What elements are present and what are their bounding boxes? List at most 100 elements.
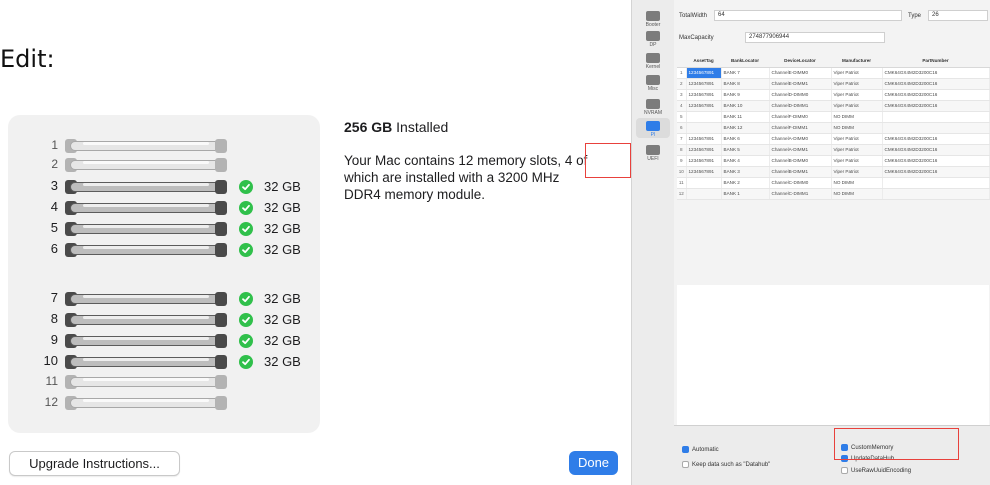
table-cell[interactable]: NO DIMM — [831, 177, 883, 189]
table-row[interactable]: 5 BANK 11 ChannelF-DIMM0 NO DIMM — [677, 111, 990, 123]
table-cell[interactable]: BANK 10 — [721, 100, 770, 112]
table-cell[interactable]: 1234567891 — [686, 133, 722, 145]
table-cell[interactable]: 1234567891 — [686, 67, 722, 79]
sidebar-item-label: NVRAM — [643, 110, 663, 116]
table-cell[interactable]: 1234567891 — [686, 100, 722, 112]
table-cell[interactable]: CMK64GX4M2D3200C16 — [882, 78, 990, 90]
table-cell[interactable] — [686, 188, 722, 200]
table-row[interactable]: 12 BANK 1 ChannelC-DIMM1 NO DIMM — [677, 188, 990, 200]
sidebar-item-pi[interactable]: PI — [636, 118, 670, 138]
column-header[interactable]: DeviceLocator — [769, 54, 831, 68]
table-cell[interactable]: CMK64GX4M2D3200C16 — [882, 100, 990, 112]
table-cell[interactable]: Viper Patriot — [831, 144, 883, 156]
table-cell[interactable] — [686, 111, 722, 123]
table-cell[interactable]: Viper Patriot — [831, 89, 883, 101]
table-cell[interactable]: ChannelB-DIMM1 — [769, 166, 832, 178]
table-cell[interactable]: NO DIMM — [831, 111, 883, 123]
table-cell[interactable]: 1234567891 — [686, 89, 722, 101]
checkbox-userawuuidencoding[interactable]: UseRawUuidEncoding — [841, 467, 911, 474]
sidebar-item-dp[interactable]: DP — [636, 28, 670, 48]
table-cell[interactable]: ChannelC-DIMM1 — [769, 188, 832, 200]
table-cell[interactable]: BANK 9 — [721, 89, 770, 101]
table-cell[interactable]: 1234567891 — [686, 144, 722, 156]
table-cell[interactable]: Viper Patriot — [831, 100, 883, 112]
table-row[interactable]: 11 BANK 2 ChannelC-DIMM0 NO DIMM — [677, 177, 990, 189]
table-row[interactable]: 2 1234567891 BANK 8 ChannelE-DIMM1 Viper Pat… — [677, 78, 990, 90]
column-header[interactable]: PartNumber — [882, 54, 989, 68]
table-cell[interactable]: ChannelE-DIMM0 — [769, 67, 832, 79]
table-cell[interactable]: ChannelF-DIMM1 — [769, 122, 832, 134]
table-cell[interactable]: CMK64GX4M2D3200C16 — [882, 67, 990, 79]
table-cell[interactable]: ChannelD-DIMM1 — [769, 100, 832, 112]
table-row[interactable]: 9 1234567891 BANK 4 ChannelB-DIMM0 Viper Pat… — [677, 155, 990, 167]
table-cell[interactable]: Viper Patriot — [831, 155, 883, 167]
table-cell[interactable]: 1234567891 — [686, 78, 722, 90]
table-cell[interactable] — [882, 177, 990, 189]
checkbox-keep-data-such-as-datahub[interactable]: Keep data such as "Datahub" — [682, 461, 770, 468]
type-field[interactable]: 26 — [928, 10, 988, 21]
sidebar-item-nvram[interactable]: NVRAM — [636, 96, 670, 116]
table-cell[interactable] — [686, 122, 722, 134]
table-cell[interactable]: Viper Patriot — [831, 67, 883, 79]
max-capacity-field[interactable]: 274877906944 — [745, 32, 885, 43]
table-cell[interactable]: Viper Patriot — [831, 78, 883, 90]
table-row[interactable]: 3 1234567891 BANK 9 ChannelD-DIMM0 Viper Pat… — [677, 89, 990, 101]
table-cell[interactable]: CMK64GX4M2D3200C16 — [882, 155, 990, 167]
column-header[interactable] — [677, 54, 686, 68]
table-cell[interactable]: BANK 8 — [721, 78, 770, 90]
table-cell[interactable]: ChannelE-DIMM1 — [769, 78, 832, 90]
installed-amount: 256 GB — [344, 119, 393, 135]
table-cell[interactable]: 1234567891 — [686, 155, 722, 167]
table-cell[interactable]: ChannelF-DIMM0 — [769, 111, 832, 123]
column-header[interactable]: BankLocator — [721, 54, 769, 68]
table-cell[interactable]: BANK 1 — [721, 188, 770, 200]
sidebar-item-uefi[interactable]: UEFI — [636, 142, 670, 162]
table-cell[interactable] — [882, 111, 990, 123]
table-cell[interactable]: BANK 11 — [721, 111, 770, 123]
table-cell[interactable]: BANK 4 — [721, 155, 770, 167]
table-cell[interactable]: ChannelA-DIMM0 — [769, 133, 832, 145]
table-row[interactable]: 10 1234567891 BANK 3 ChannelB-DIMM1 Viper Pa… — [677, 166, 990, 178]
table-row[interactable]: 4 1234567891 BANK 10 ChannelD-DIMM1 Viper Pa… — [677, 100, 990, 112]
sidebar-item-misc[interactable]: Misc — [636, 72, 670, 92]
table-cell[interactable] — [686, 177, 722, 189]
table-row[interactable]: 1 1234567891 BANK 7 ChannelE-DIMM0 Viper Pat… — [677, 67, 990, 79]
column-header[interactable]: Manufacturer — [831, 54, 882, 68]
checkbox-automatic[interactable]: Automatic — [682, 446, 719, 453]
table-cell[interactable]: ChannelB-DIMM0 — [769, 155, 832, 167]
table-cell[interactable] — [882, 188, 990, 200]
sidebar-item-kernel[interactable]: Kernel — [636, 50, 670, 70]
table-row[interactable]: 7 1234567891 BANK 6 ChannelA-DIMM0 Viper Pat… — [677, 133, 990, 145]
ram-module-icon — [65, 334, 227, 348]
done-button[interactable]: Done — [569, 451, 618, 475]
table-cell: 5 — [677, 111, 687, 123]
table-cell[interactable]: Viper Patriot — [831, 166, 883, 178]
ram-module-icon — [65, 180, 227, 194]
table-cell[interactable]: CMK64GX4M2D3200C16 — [882, 133, 990, 145]
table-cell[interactable]: ChannelA-DIMM1 — [769, 144, 832, 156]
table-cell[interactable]: BANK 5 — [721, 144, 770, 156]
table-cell[interactable]: 1234567891 — [686, 166, 722, 178]
upgrade-instructions-button[interactable]: Upgrade Instructions... — [9, 451, 180, 476]
sidebar-item-booter[interactable]: Booter — [636, 8, 670, 28]
table-cell[interactable] — [882, 122, 990, 134]
highlight-box-slot-count — [585, 143, 631, 178]
table-cell[interactable]: BANK 2 — [721, 177, 770, 189]
table-cell[interactable]: CMK64GX4M2D3200C16 — [882, 144, 990, 156]
table-cell[interactable]: BANK 6 — [721, 133, 770, 145]
table-cell[interactable]: CMK64GX4M2D3200C16 — [882, 89, 990, 101]
column-header[interactable]: AssetTag — [686, 54, 721, 68]
total-width-field[interactable]: 64 — [714, 10, 902, 21]
table-cell[interactable]: ChannelC-DIMM0 — [769, 177, 832, 189]
booter-icon — [646, 11, 660, 21]
table-cell[interactable]: BANK 3 — [721, 166, 770, 178]
table-cell[interactable]: NO DIMM — [831, 188, 883, 200]
table-row[interactable]: 8 1234567891 BANK 5 ChannelA-DIMM1 Viper Pat… — [677, 144, 990, 156]
table-cell[interactable]: ChannelD-DIMM0 — [769, 89, 832, 101]
table-cell[interactable]: BANK 7 — [721, 67, 770, 79]
table-cell[interactable]: BANK 12 — [721, 122, 770, 134]
table-row[interactable]: 6 BANK 12 ChannelF-DIMM1 NO DIMM — [677, 122, 990, 134]
table-cell[interactable]: CMK64GX4M2D3200C16 — [882, 166, 990, 178]
table-cell[interactable]: NO DIMM — [831, 122, 883, 134]
table-cell[interactable]: Viper Patriot — [831, 133, 883, 145]
